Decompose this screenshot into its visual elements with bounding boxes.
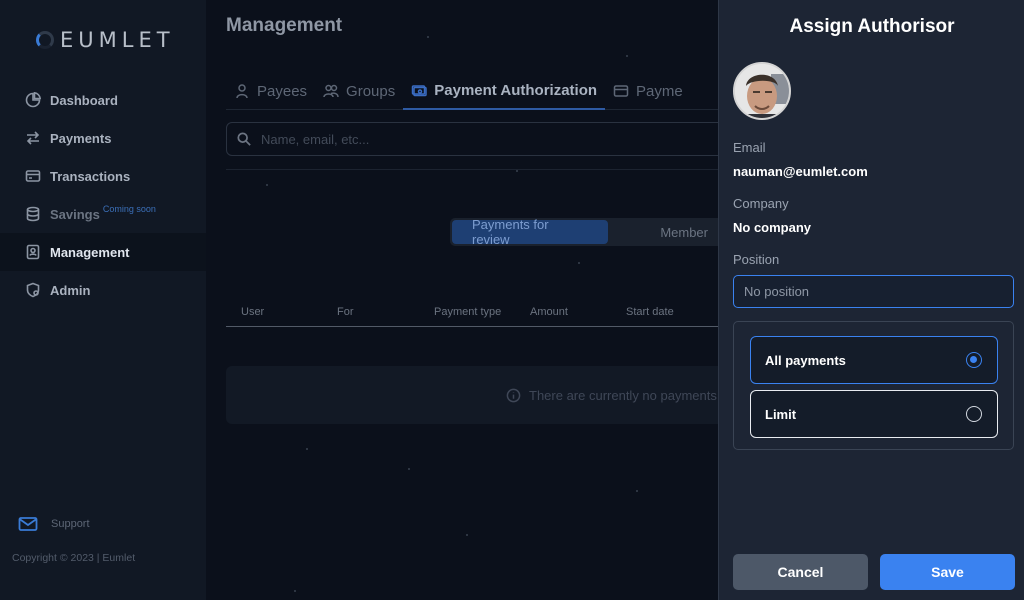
logo[interactable]: EUMLET: [36, 28, 175, 52]
payment-scope-options: All payments Limit: [733, 321, 1014, 450]
mail-icon: [18, 517, 38, 531]
coming-soon-badge: Coming soon: [102, 204, 156, 214]
table-header: User For Payment type Amount Start date: [226, 298, 726, 327]
tab-groups[interactable]: Groups: [315, 80, 403, 110]
position-field[interactable]: [733, 275, 1014, 308]
sidebar: EUMLET Dashboard Payments Transactions S…: [0, 0, 206, 600]
sidebar-item-label: Payments: [50, 130, 112, 146]
tab-label: Payment Authorization: [434, 81, 598, 99]
segment-payments-for-review[interactable]: Payments for review: [452, 217, 609, 247]
tab-bar: Payees Groups Payment Authorization Paym…: [226, 80, 726, 110]
avatar: [733, 62, 791, 120]
shield-gear-icon: [26, 282, 40, 298]
position-label: Position: [733, 252, 780, 267]
column-amount[interactable]: Amount: [530, 306, 568, 318]
logo-text: EUMLET: [60, 28, 175, 52]
sidebar-item-management[interactable]: Management: [0, 233, 206, 271]
search-icon: [237, 132, 251, 146]
option-label: All payments: [765, 352, 846, 368]
person-icon: [236, 84, 248, 99]
segment-members[interactable]: Member: [608, 220, 728, 244]
empty-state: There are currently no payments: [226, 366, 726, 424]
info-icon: [506, 388, 521, 402]
search-box[interactable]: [226, 122, 726, 156]
option-all-payments[interactable]: All payments: [750, 336, 998, 384]
card-icon: [25, 170, 41, 182]
money-icon: [412, 85, 427, 97]
sidebar-item-label: Admin: [50, 282, 91, 298]
card-icon: [613, 85, 629, 97]
sidebar-item-dashboard[interactable]: Dashboard: [0, 81, 206, 119]
sidebar-item-label: Savings: [50, 206, 100, 222]
sidebar-item-label: Transactions: [50, 168, 131, 184]
empty-message: There are currently no payments: [529, 387, 717, 403]
people-icon: [323, 84, 339, 98]
support-link[interactable]: Support: [18, 516, 90, 532]
column-for[interactable]: For: [337, 306, 354, 318]
column-start-date[interactable]: Start date: [626, 306, 674, 318]
company-value: No company: [733, 220, 812, 235]
tab-payments[interactable]: Payme: [605, 80, 691, 110]
arrows-exchange-icon: [26, 131, 40, 145]
tab-label: Payme: [636, 82, 683, 100]
review-segment-control: Payments for review Member: [450, 217, 730, 247]
tab-label: Groups: [346, 82, 396, 100]
radio-unselected-icon[interactable]: [966, 406, 982, 422]
id-badge-icon: [26, 244, 40, 260]
email-label: Email: [733, 140, 766, 155]
tab-label: Payees: [257, 82, 308, 100]
email-value: nauman@eumlet.com: [733, 164, 868, 179]
save-button[interactable]: Save: [880, 554, 1015, 590]
cancel-button[interactable]: Cancel: [733, 554, 868, 590]
sidebar-item-admin[interactable]: Admin: [0, 271, 206, 309]
logo-icon: [36, 31, 54, 49]
tab-payment-authorization[interactable]: Payment Authorization: [403, 80, 606, 110]
tab-payees[interactable]: Payees: [226, 80, 315, 110]
sidebar-item-savings[interactable]: Savings Coming soon: [0, 195, 206, 233]
radio-selected-icon[interactable]: [966, 352, 982, 368]
divider: [226, 169, 726, 170]
drawer-title: Assign Authorisor: [789, 16, 955, 37]
page-title: Management: [226, 15, 343, 36]
main-content: Management Payees Groups Payment Authori…: [206, 0, 730, 600]
position-input[interactable]: [744, 284, 1004, 299]
sidebar-item-label: Dashboard: [50, 92, 118, 108]
sidebar-item-label: Management: [50, 244, 130, 260]
database-icon: [26, 206, 40, 222]
company-label: Company: [733, 196, 789, 211]
copyright: Copyright © 2023 | Eumlet: [12, 552, 136, 564]
search-input[interactable]: [261, 131, 681, 147]
column-user[interactable]: User: [241, 306, 264, 318]
option-limit[interactable]: Limit: [750, 390, 998, 438]
column-payment-type[interactable]: Payment type: [434, 306, 501, 318]
user-photo-icon: [735, 64, 789, 118]
sidebar-item-payments[interactable]: Payments: [0, 119, 206, 157]
pie-chart-icon: [25, 92, 41, 108]
assign-authorisor-drawer: Assign Authorisor Email nauman@eumlet.co…: [718, 0, 1024, 600]
support-label: Support: [51, 518, 90, 530]
option-label: Limit: [765, 406, 797, 422]
sidebar-nav: Dashboard Payments Transactions Savings …: [0, 81, 206, 309]
sidebar-item-transactions[interactable]: Transactions: [0, 157, 206, 195]
